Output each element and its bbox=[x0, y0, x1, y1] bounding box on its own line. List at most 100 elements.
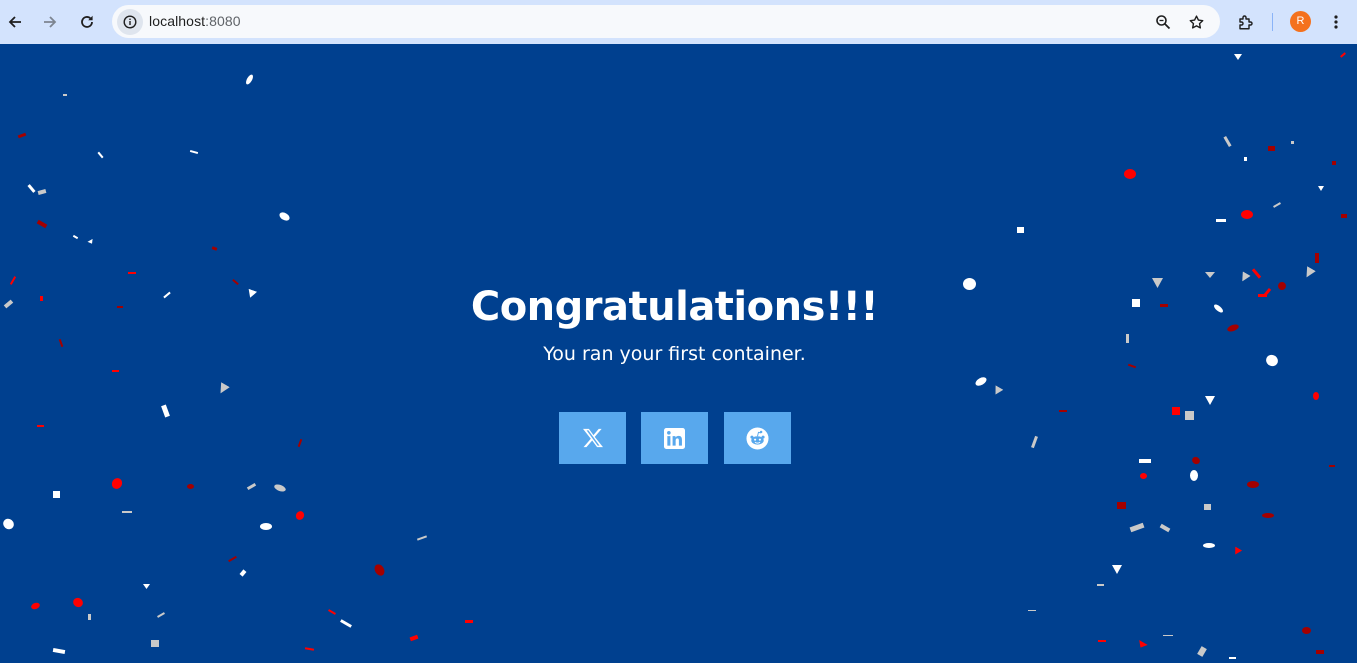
confetti-piece bbox=[1197, 646, 1207, 657]
confetti-piece bbox=[239, 569, 247, 577]
confetti-piece bbox=[109, 476, 125, 491]
linkedin-logo-icon bbox=[664, 427, 685, 449]
confetti-piece bbox=[1124, 169, 1136, 179]
back-button[interactable] bbox=[0, 6, 31, 38]
confetti-piece bbox=[87, 239, 94, 245]
confetti-piece bbox=[1097, 584, 1104, 586]
site-info-icon bbox=[123, 15, 137, 29]
menu-kebab-icon bbox=[1334, 15, 1338, 29]
confetti-piece bbox=[1234, 54, 1242, 60]
confetti-piece bbox=[1291, 141, 1294, 144]
confetti-piece bbox=[328, 609, 336, 615]
confetti-piece bbox=[228, 555, 237, 563]
confetti-piece bbox=[1163, 635, 1173, 636]
confetti-piece bbox=[1332, 161, 1336, 165]
confetti-piece bbox=[340, 619, 352, 628]
confetti-piece bbox=[122, 511, 132, 513]
bookmark-button[interactable] bbox=[1186, 12, 1206, 32]
site-info-button[interactable] bbox=[117, 9, 143, 35]
confetti-piece bbox=[1251, 268, 1262, 279]
confetti-piece bbox=[1126, 334, 1129, 343]
url-text[interactable]: localhost:8080 bbox=[149, 13, 241, 29]
url-port: :8080 bbox=[205, 13, 241, 29]
browser-menu-button[interactable] bbox=[1320, 6, 1352, 38]
confetti-piece bbox=[189, 149, 199, 155]
confetti-piece bbox=[97, 151, 104, 159]
confetti-piece bbox=[63, 94, 67, 96]
confetti-piece bbox=[1017, 227, 1024, 233]
confetti-piece bbox=[1313, 392, 1319, 400]
confetti-piece bbox=[1204, 504, 1211, 510]
confetti-piece bbox=[1117, 502, 1126, 509]
linkedin-share-button[interactable] bbox=[641, 412, 708, 464]
browser-toolbar: localhost:8080 R bbox=[0, 0, 1357, 44]
confetti-piece bbox=[1216, 219, 1226, 222]
confetti-piece bbox=[128, 272, 136, 274]
page-viewport: Congratulations!!! You ran your first co… bbox=[0, 44, 1357, 663]
confetti-piece bbox=[974, 375, 988, 388]
confetti-piece bbox=[1, 516, 16, 532]
confetti-piece bbox=[37, 189, 47, 195]
confetti-piece bbox=[273, 483, 287, 493]
page-subtitle: You ran your first container. bbox=[543, 343, 806, 365]
confetti-piece bbox=[1229, 657, 1236, 659]
confetti-piece bbox=[216, 382, 230, 396]
confetti-piece bbox=[1205, 396, 1215, 405]
confetti-piece bbox=[1340, 52, 1346, 58]
confetti-piece bbox=[1241, 210, 1253, 219]
forward-button[interactable] bbox=[34, 6, 66, 38]
confetti-piece bbox=[151, 640, 159, 647]
confetti-piece bbox=[72, 234, 79, 240]
confetti-piece bbox=[157, 612, 165, 618]
confetti-piece bbox=[1315, 253, 1319, 263]
extensions-icon bbox=[1239, 15, 1253, 30]
confetti-piece bbox=[1140, 473, 1147, 479]
confetti-piece bbox=[1059, 410, 1067, 412]
confetti-piece bbox=[1232, 546, 1242, 556]
confetti-piece bbox=[304, 647, 315, 651]
confetti-piece bbox=[52, 647, 66, 655]
confetti-piece bbox=[1185, 411, 1194, 420]
confetti-piece bbox=[465, 620, 473, 623]
confetti-piece bbox=[294, 509, 306, 522]
confetti-piece bbox=[1238, 271, 1250, 283]
confetti-piece bbox=[187, 484, 194, 489]
confetti-piece bbox=[1190, 455, 1202, 466]
confetti-piece bbox=[1159, 523, 1171, 533]
confetti-piece bbox=[37, 425, 44, 427]
confetti-piece bbox=[27, 184, 36, 193]
x-logo-icon bbox=[582, 428, 603, 448]
confetti-piece bbox=[71, 596, 85, 609]
confetti-piece bbox=[992, 385, 1004, 396]
forward-icon bbox=[44, 16, 57, 28]
confetti-piece bbox=[1203, 543, 1215, 548]
address-bar[interactable]: localhost:8080 bbox=[112, 5, 1220, 38]
confetti-piece bbox=[1139, 459, 1151, 463]
confetti-piece bbox=[53, 491, 60, 498]
confetti-piece bbox=[30, 601, 41, 611]
back-icon bbox=[8, 16, 21, 28]
confetti-piece bbox=[1223, 135, 1232, 148]
confetti-piece bbox=[1316, 650, 1324, 654]
confetti-piece bbox=[1112, 565, 1122, 574]
confetti-piece bbox=[244, 73, 255, 86]
confetti-piece bbox=[112, 370, 119, 372]
reload-button[interactable] bbox=[71, 6, 103, 38]
confetti-piece bbox=[143, 584, 150, 589]
x-share-button[interactable] bbox=[559, 412, 626, 464]
confetti-piece bbox=[1302, 627, 1311, 634]
confetti-piece bbox=[1136, 640, 1148, 650]
url-host: localhost bbox=[149, 13, 206, 29]
zoom-button[interactable] bbox=[1153, 12, 1173, 32]
extensions-button[interactable] bbox=[1230, 6, 1262, 38]
profile-avatar[interactable]: R bbox=[1290, 11, 1311, 32]
reddit-share-button[interactable] bbox=[724, 412, 791, 464]
confetti-piece bbox=[1318, 186, 1324, 191]
confetti-piece bbox=[1262, 513, 1274, 518]
confetti-piece bbox=[409, 634, 419, 642]
confetti-piece bbox=[1247, 481, 1259, 488]
toolbar-divider bbox=[1272, 13, 1273, 31]
confetti-piece bbox=[1341, 214, 1347, 218]
bookmark-star-icon bbox=[1189, 14, 1203, 29]
page-title: Congratulations!!! bbox=[470, 284, 879, 330]
